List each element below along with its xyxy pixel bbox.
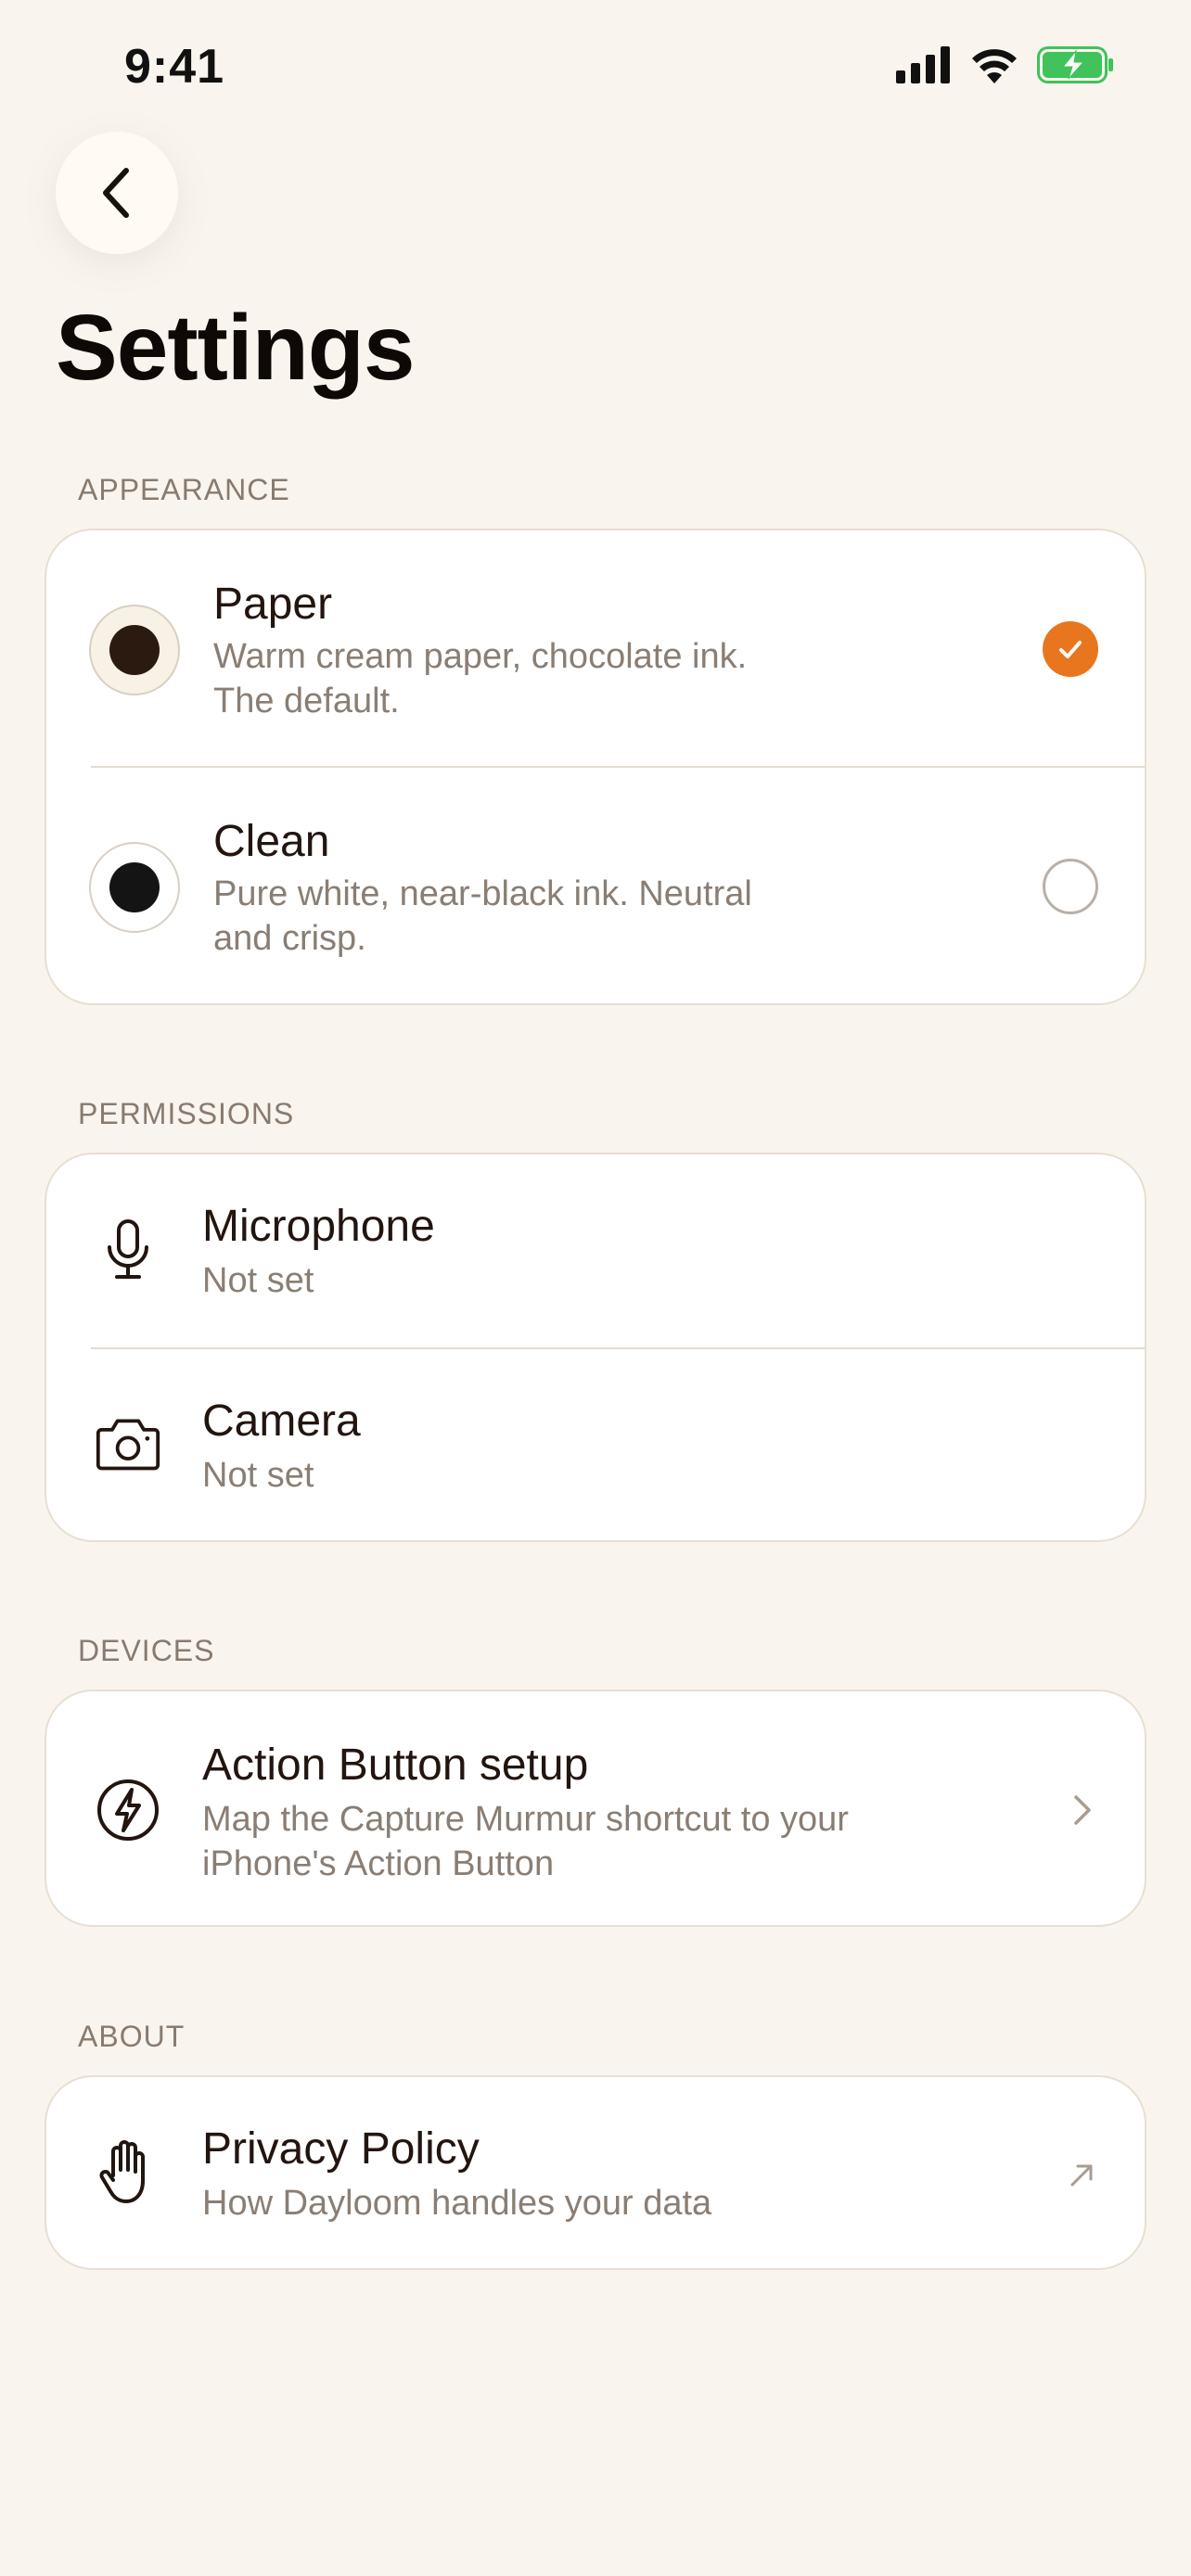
theme-description-line: and crisp.: [213, 919, 366, 958]
permission-status: Not set: [202, 1456, 314, 1495]
back-button[interactable]: [56, 132, 178, 254]
swatch-ink-dot: [109, 625, 160, 675]
about-card: Privacy Policy How Dayloom handles your …: [45, 2075, 1146, 2270]
camera-icon: [95, 1410, 161, 1477]
privacy-policy-row[interactable]: Privacy Policy How Dayloom handles your …: [46, 2077, 1145, 2268]
section-header-appearance: APPEARANCE: [78, 473, 290, 506]
theme-option-paper[interactable]: Paper Warm cream paper, chocolate ink. T…: [46, 530, 1145, 768]
page-title: Settings: [56, 296, 415, 400]
section-header-permissions: PERMISSIONS: [78, 1097, 295, 1130]
status-icons: [896, 46, 1115, 83]
permission-row-camera[interactable]: Camera Not set: [46, 1349, 1145, 1540]
theme-description: Warm cream paper, chocolate ink. The def…: [213, 634, 747, 723]
theme-option-clean[interactable]: Clean Pure white, near-black ink. Neutra…: [46, 768, 1145, 1003]
about-title: Privacy Policy: [202, 2124, 480, 2174]
status-bar: 9:41: [0, 0, 1191, 139]
theme-description-line: Pure white, near-black ink. Neutral: [213, 874, 752, 913]
permissions-card: Microphone Not set Camera Not set: [45, 1153, 1146, 1542]
devices-card: Action Button setup Map the Capture Murm…: [45, 1690, 1146, 1927]
status-time: 9:41: [124, 40, 225, 94]
radio-unselected[interactable]: [1043, 859, 1098, 914]
chevron-left-icon: [103, 168, 129, 218]
battery-charging-icon: [1037, 46, 1113, 83]
checkmark-icon: [1059, 641, 1082, 658]
device-title: Action Button setup: [202, 1741, 589, 1790]
action-button-setup-row[interactable]: Action Button setup Map the Capture Murm…: [46, 1691, 1145, 1925]
theme-swatch-clean: [89, 842, 180, 933]
section-header-devices: DEVICES: [78, 1634, 215, 1667]
permission-title: Camera: [202, 1396, 361, 1446]
theme-title: Clean: [213, 817, 330, 866]
theme-description-line: Warm cream paper, chocolate ink.: [213, 637, 748, 676]
device-description: Map the Capture Murmur shortcut to your …: [202, 1797, 849, 1886]
external-link-arrow-icon: [1063, 2157, 1100, 2194]
device-description-line: iPhone's Action Button: [202, 1844, 555, 1883]
settings-screen: 9:41 Settings APPEARANCE Paper Warm crea…: [0, 0, 1191, 2576]
appearance-card: Paper Warm cream paper, chocolate ink. T…: [45, 529, 1146, 1005]
swatch-ink-dot: [109, 862, 160, 912]
section-header-about: ABOUT: [78, 2020, 186, 2053]
permission-status: Not set: [202, 1261, 314, 1300]
theme-description: Pure white, near-black ink. Neutral and …: [213, 872, 752, 961]
chevron-right-icon: [1063, 1792, 1100, 1829]
radio-selected[interactable]: [1043, 621, 1098, 677]
theme-swatch-paper: [89, 605, 180, 695]
theme-description-line: The default.: [213, 682, 400, 721]
device-description-line: Map the Capture Murmur shortcut to your: [202, 1800, 849, 1839]
bolt-icon: [95, 1777, 161, 1843]
cellular-signal-icon: [896, 46, 950, 83]
microphone-icon: [95, 1216, 161, 1282]
wifi-icon: [972, 49, 1017, 83]
permission-row-microphone[interactable]: Microphone Not set: [46, 1154, 1145, 1349]
theme-title: Paper: [213, 580, 333, 629]
about-description: How Dayloom handles your data: [202, 2184, 712, 2223]
permission-title: Microphone: [202, 1202, 435, 1251]
hand-icon: [95, 2138, 161, 2205]
